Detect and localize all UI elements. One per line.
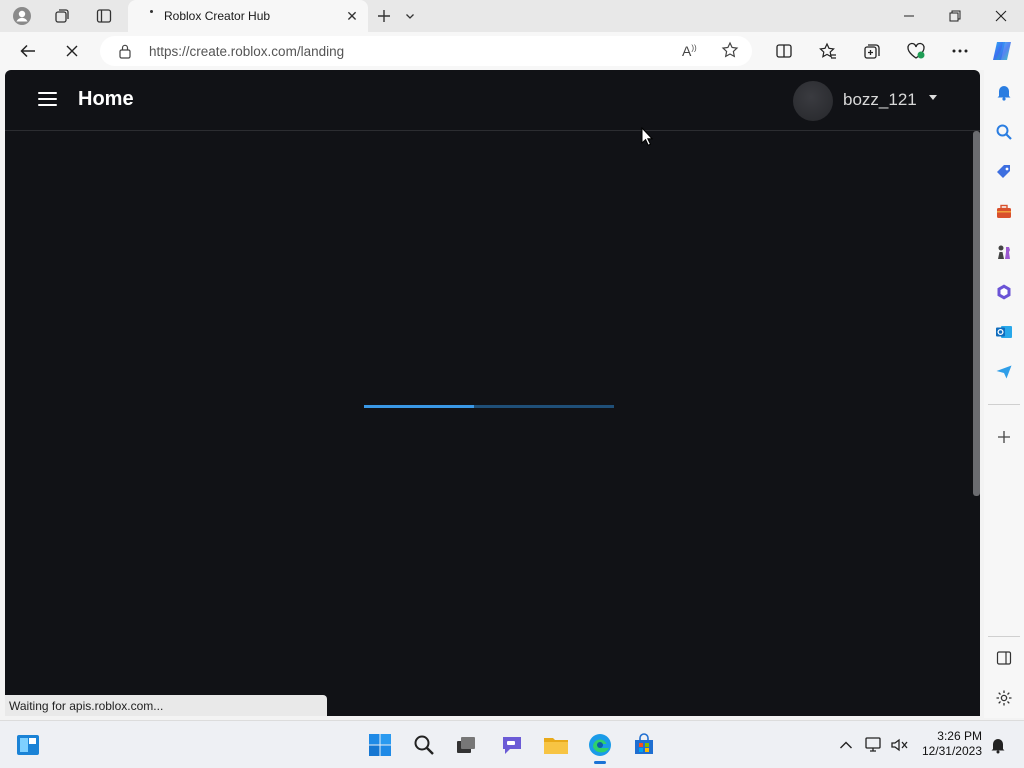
edge-browser-icon[interactable]: [586, 731, 614, 764]
teams-chat-icon[interactable]: [498, 731, 526, 759]
shopping-tag-icon[interactable]: [992, 160, 1016, 184]
avatar[interactable]: [793, 81, 833, 121]
copilot-icon[interactable]: [988, 37, 1016, 65]
minimize-icon[interactable]: [886, 0, 932, 32]
page-title: Home: [78, 88, 134, 110]
stop-loading-icon[interactable]: [58, 37, 86, 65]
start-windows-icon[interactable]: [366, 731, 394, 759]
close-tab-icon[interactable]: ✕: [344, 8, 360, 24]
add-sidebar-app-icon[interactable]: [992, 425, 1016, 449]
loading-progress-fill: [364, 405, 474, 408]
search-icon[interactable]: [992, 120, 1016, 144]
volume-muted-icon[interactable]: [886, 731, 914, 759]
clock-date: 12/31/2023: [921, 744, 982, 758]
taskbar-clock[interactable]: 3:26 PM 12/31/2023: [918, 729, 982, 759]
notification-center-icon[interactable]: [984, 731, 1012, 759]
more-menu-icon[interactable]: [946, 37, 974, 65]
sidebar-divider: [988, 404, 1020, 405]
task-view-icon[interactable]: [452, 731, 480, 759]
network-icon[interactable]: [860, 731, 888, 759]
loading-progress-bar: [364, 405, 614, 408]
new-tab-icon[interactable]: [370, 3, 398, 29]
notification-bell-icon[interactable]: [992, 80, 1016, 104]
page-header: Home bozz_121: [5, 70, 980, 131]
favorites-icon[interactable]: [814, 37, 842, 65]
split-screen-icon[interactable]: [770, 37, 798, 65]
games-chess-icon[interactable]: [992, 240, 1016, 264]
mouse-cursor-icon: [641, 126, 654, 151]
microsoft-365-icon[interactable]: [992, 280, 1016, 304]
close-window-icon[interactable]: [978, 0, 1024, 32]
tools-briefcase-icon[interactable]: [992, 200, 1016, 224]
clock-time: 3:26 PM: [937, 729, 982, 743]
browser-essentials-icon[interactable]: [902, 37, 930, 65]
scrollbar[interactable]: [973, 131, 980, 496]
address-bar[interactable]: https://create.roblox.com/landing A)): [100, 36, 752, 66]
hamburger-menu-icon[interactable]: [38, 92, 58, 108]
drop-send-icon[interactable]: [992, 360, 1016, 384]
restore-icon[interactable]: [932, 0, 978, 32]
settings-gear-icon[interactable]: [992, 686, 1016, 710]
collections-icon[interactable]: [858, 37, 886, 65]
edge-sidebar: [984, 70, 1024, 718]
show-hidden-icons-chevron-icon[interactable]: [832, 731, 860, 759]
file-explorer-icon[interactable]: [542, 731, 570, 759]
profile-icon[interactable]: [8, 3, 36, 29]
browser-titlebar: Roblox Creator Hub ✕: [0, 0, 1024, 32]
widgets-icon[interactable]: [14, 731, 42, 759]
back-arrow-icon[interactable]: [14, 37, 42, 65]
sidebar-divider: [988, 636, 1020, 637]
page-content: Home bozz_121: [5, 70, 980, 716]
hide-sidebar-icon[interactable]: [992, 646, 1016, 670]
workspaces-icon[interactable]: [48, 3, 76, 29]
browser-toolbar: https://create.roblox.com/landing A)): [0, 32, 1024, 70]
lock-icon[interactable]: [118, 43, 132, 64]
tab-loading-icon: [150, 10, 153, 13]
user-menu-caret-icon[interactable]: [929, 95, 937, 100]
windows-taskbar: 3:26 PM 12/31/2023: [0, 720, 1024, 768]
read-aloud-icon[interactable]: A)): [682, 43, 697, 59]
url-text[interactable]: https://create.roblox.com/landing: [149, 44, 344, 59]
tab-title: Roblox Creator Hub: [164, 9, 271, 23]
status-bar: Waiting for apis.roblox.com...: [5, 695, 327, 716]
active-app-indicator: [594, 761, 606, 764]
taskbar-search-icon[interactable]: [410, 731, 438, 759]
tab-roblox-creator-hub[interactable]: Roblox Creator Hub ✕: [128, 0, 368, 32]
tab-list-chevron-icon[interactable]: [396, 3, 424, 29]
microsoft-store-icon[interactable]: [630, 731, 658, 759]
favorite-star-icon[interactable]: [721, 41, 739, 64]
outlook-icon[interactable]: [992, 320, 1016, 344]
username[interactable]: bozz_121: [843, 90, 917, 110]
tab-actions-icon[interactable]: [90, 3, 118, 29]
